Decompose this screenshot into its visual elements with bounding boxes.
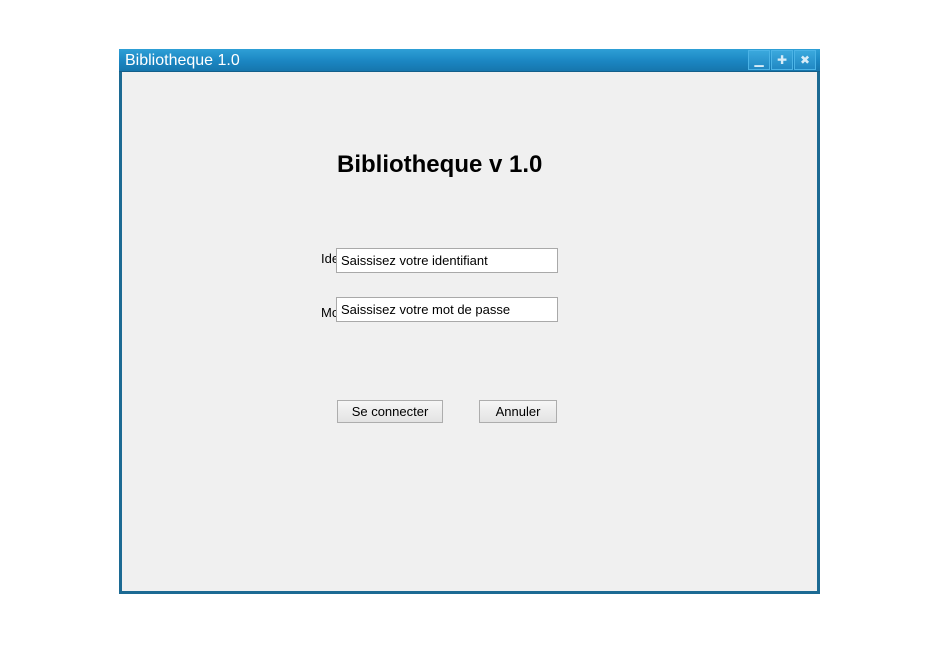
identifier-label: Identifiant [321,251,337,266]
connect-button[interactable]: Se connecter [337,400,443,423]
title-bar[interactable]: Bibliotheque 1.0 ▁ ✚ ✖ [119,49,820,72]
maximize-icon[interactable]: ✚ [771,50,793,70]
window-title: Bibliotheque 1.0 [125,52,240,69]
password-input[interactable] [336,297,558,322]
cancel-button[interactable]: Annuler [479,400,557,423]
app-window: Bibliotheque 1.0 ▁ ✚ ✖ Bibliotheque v 1.… [119,49,820,594]
identifier-input[interactable] [336,248,558,273]
window-controls: ▁ ✚ ✖ [747,50,816,70]
minimize-icon[interactable]: ▁ [748,50,770,70]
password-label: Mot de passe [321,305,337,320]
close-icon[interactable]: ✖ [794,50,816,70]
page-title: Bibliotheque v 1.0 [337,151,543,178]
